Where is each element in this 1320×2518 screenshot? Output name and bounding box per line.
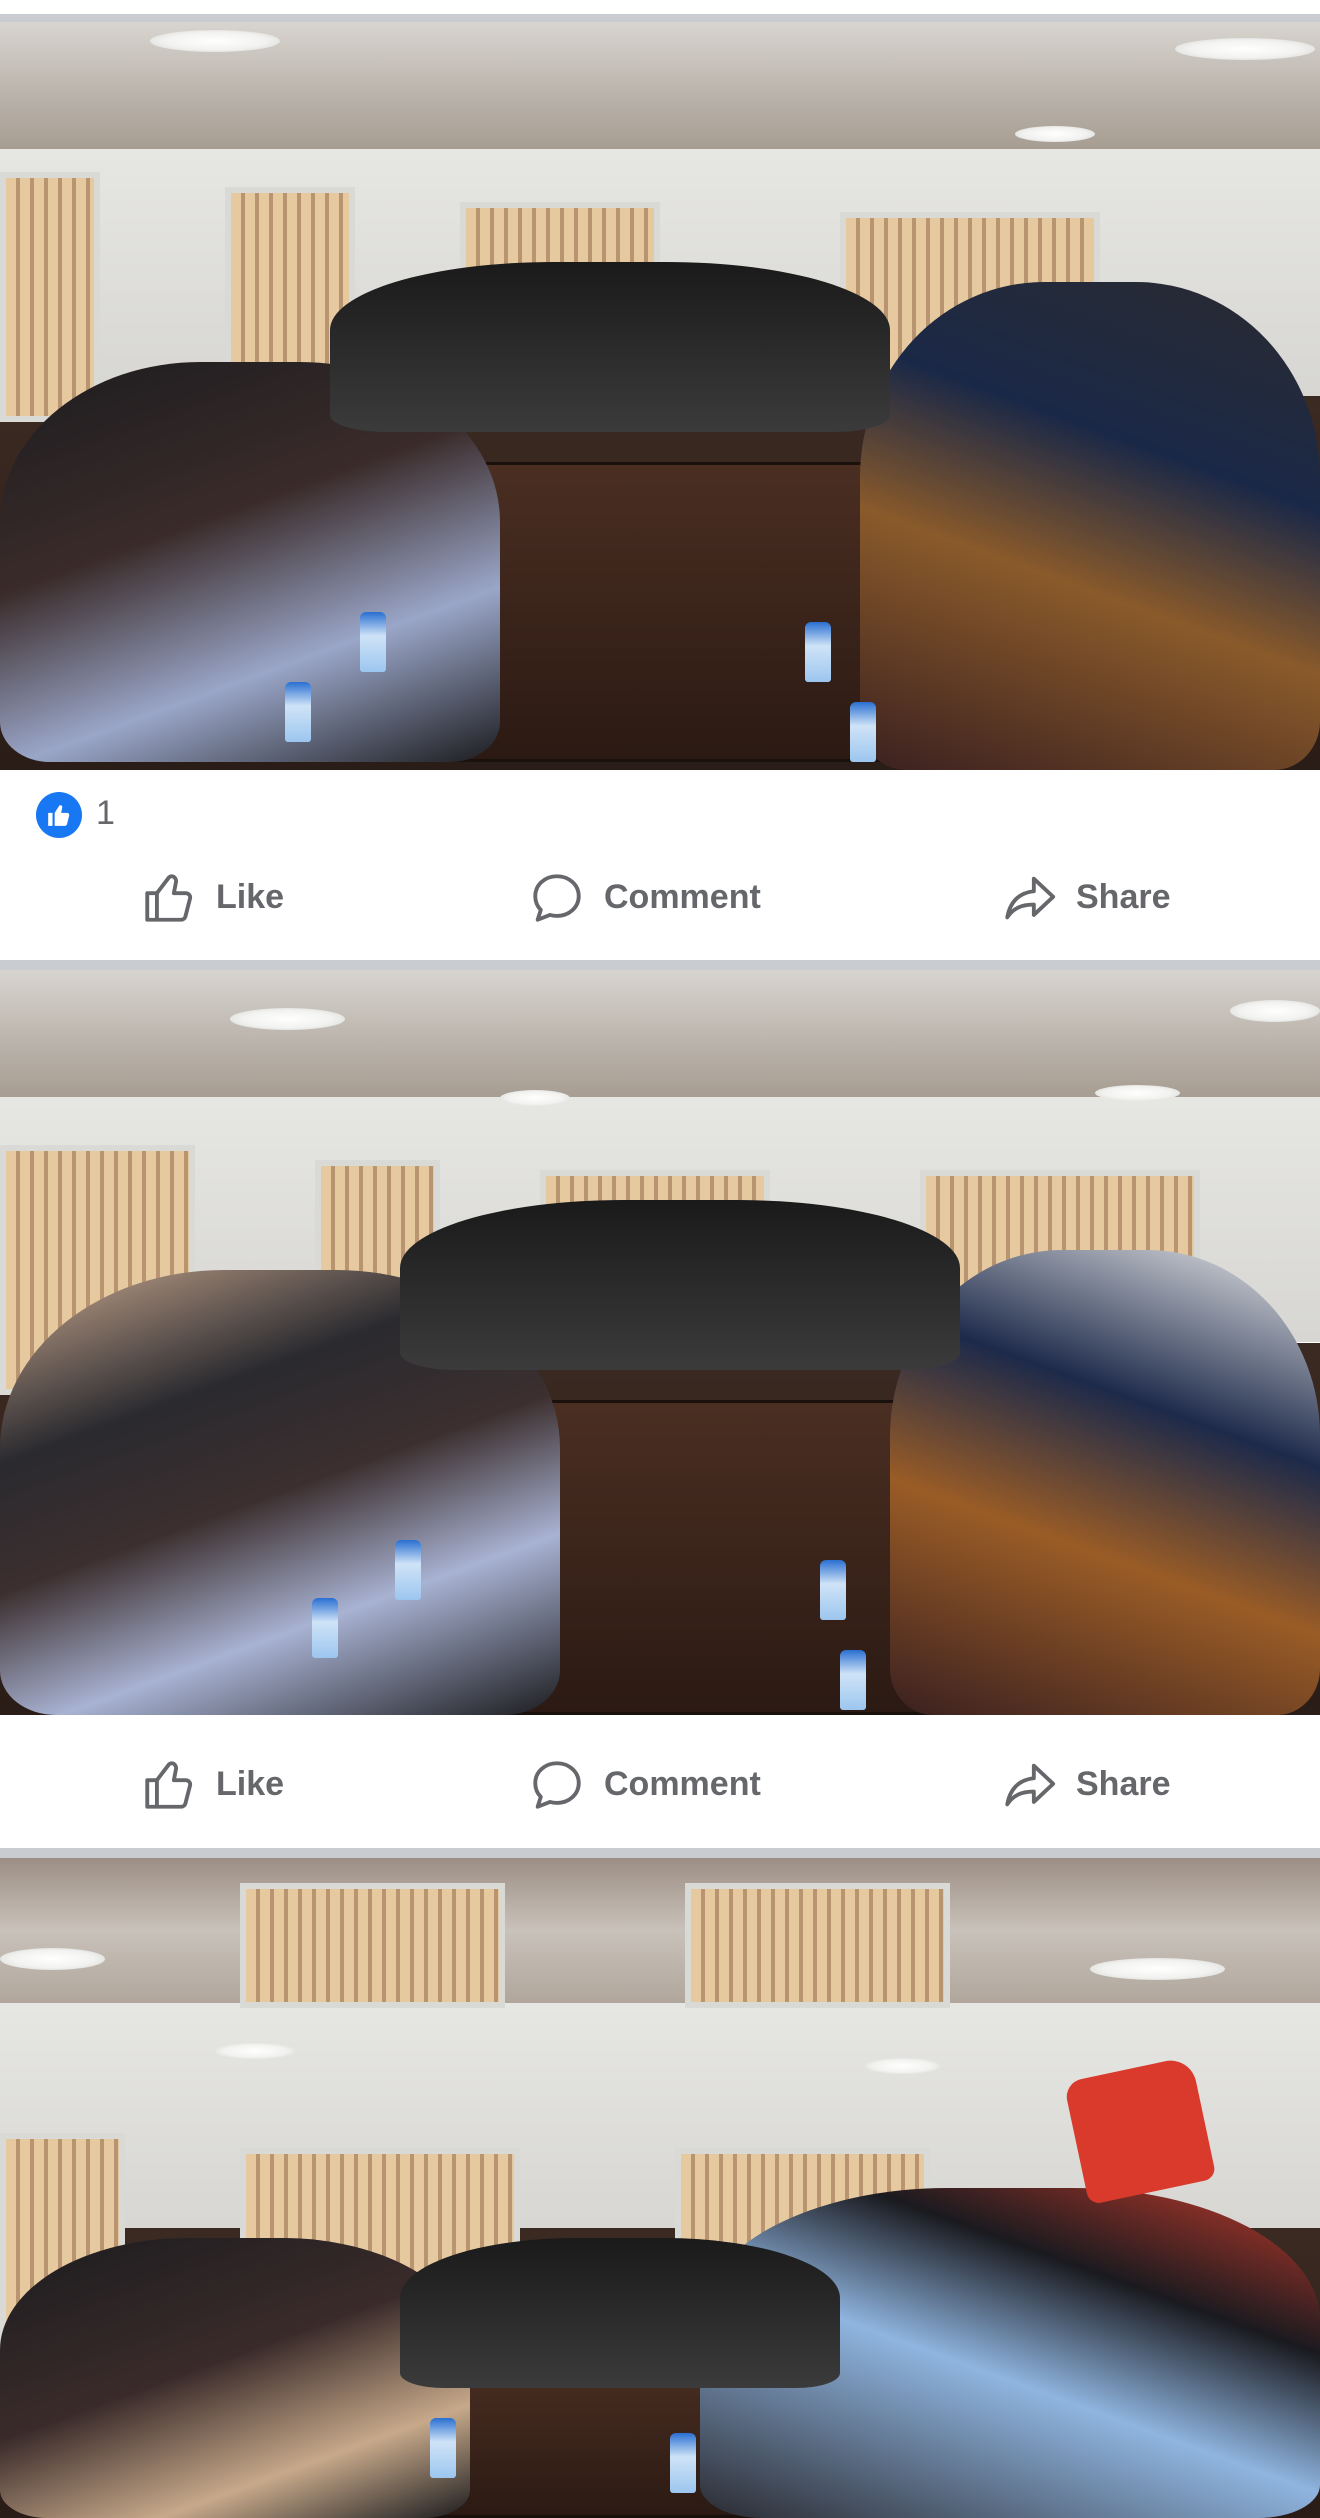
share-icon [1005,876,1056,919]
thumbs-up-icon [145,1760,193,1809]
share-button[interactable]: Share [1000,855,1171,940]
ceiling-light [150,30,280,52]
comment-button[interactable]: Comment [528,1742,761,1827]
attendees-left [0,2238,470,2518]
window [0,172,100,422]
ceiling-light [1230,1000,1320,1022]
water-bottle [430,2418,456,2478]
photo-ceiling [0,1858,1320,2004]
like-label: Like [216,878,285,916]
water-bottle [805,622,831,682]
water-bottle [285,682,311,742]
water-bottle [395,1540,421,1600]
share-label: Share [1076,878,1171,916]
window [240,1883,505,2008]
like-badge-icon [36,792,82,838]
comment-label: Comment [604,1765,761,1803]
water-bottle [840,1650,866,1710]
reaction-count: 1 [96,794,115,832]
ceiling-light [1015,126,1095,142]
comment-icon [533,873,581,922]
water-bottle [312,1598,338,1658]
share-label: Share [1076,1765,1171,1803]
post-action-bar: Like Comment Share [0,855,1320,940]
ceiling-light [500,1090,570,1106]
attendees-right [860,282,1320,770]
ceiling-light [230,1008,345,1030]
comment-button[interactable]: Comment [528,855,761,940]
photo-ceiling [0,970,1320,1097]
attendees-back [330,262,890,432]
comment-icon [533,1760,581,1809]
attendees-back [400,2238,840,2388]
water-bottle [670,2433,696,2493]
share-button[interactable]: Share [1000,1742,1171,1827]
post-action-bar: Like Comment Share [0,1742,1320,1827]
post-divider [0,1848,1320,1858]
top-separator [0,0,1320,22]
window [685,1883,950,2008]
share-icon [1005,1763,1056,1806]
thumbs-up-icon [145,873,193,922]
ceiling-light [865,2058,940,2074]
attendees-back [400,1200,960,1370]
ceiling-light [0,1948,105,1970]
comment-label: Comment [604,878,761,916]
water-bottle [850,702,876,762]
like-button[interactable]: Like [140,1742,284,1827]
raised-red-chair [1063,2055,1217,2206]
water-bottle [820,1560,846,1620]
water-bottle [360,612,386,672]
post-divider [0,960,1320,970]
like-label: Like [216,1765,285,1803]
ceiling-light [1095,1085,1180,1101]
reaction-summary[interactable]: 1 [0,770,1320,845]
post-photo-2[interactable] [0,970,1320,1715]
ceiling-light [215,2043,295,2059]
post-photo-3[interactable] [0,1858,1320,2518]
ceiling-light [1090,1958,1225,1980]
like-button[interactable]: Like [140,855,284,940]
post-photo-1[interactable] [0,22,1320,770]
ceiling-light [1175,38,1315,60]
